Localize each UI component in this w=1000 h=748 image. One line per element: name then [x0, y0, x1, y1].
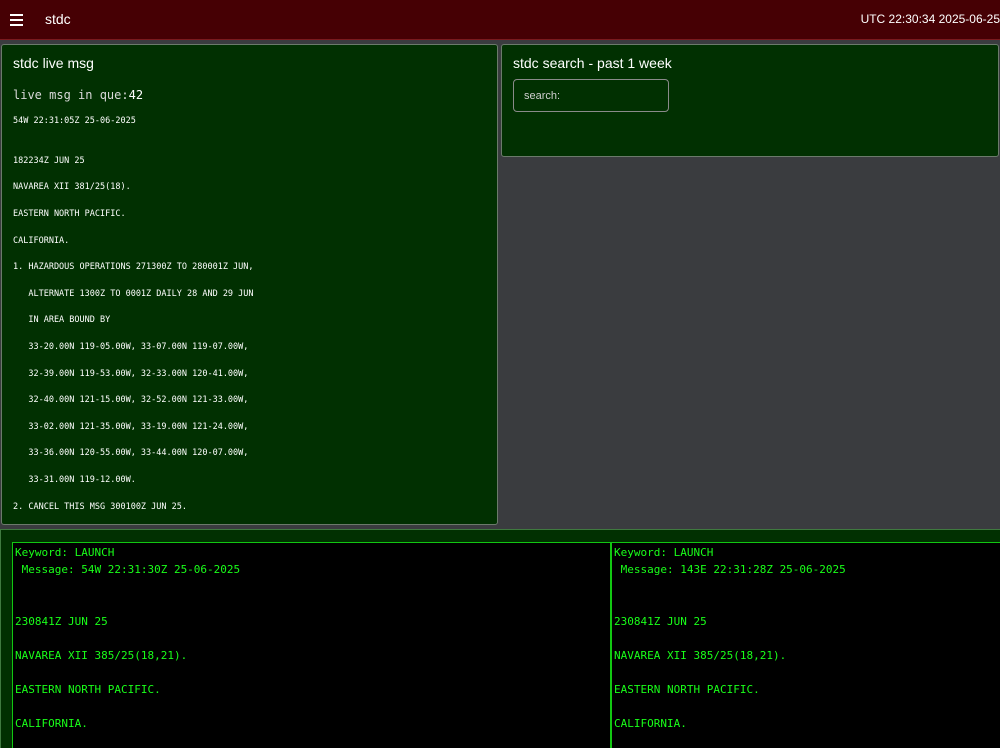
- result-message-header: Message: 54W 22:31:30Z 25-06-2025: [15, 563, 241, 576]
- app-title: stdc: [45, 11, 71, 27]
- result-line: EASTERN NORTH PACIFIC.: [15, 683, 161, 696]
- search-panel: stdc search - past 1 week: [501, 44, 999, 157]
- message-line: EASTERN NORTH PACIFIC.: [13, 209, 126, 220]
- queue-label: live msg in que:: [13, 88, 129, 102]
- utc-clock: UTC 22:30:34 2025-06-25: [860, 12, 1000, 26]
- message-line: 32-39.00N 119-53.00W, 32-33.00N 120-41.0…: [13, 368, 249, 379]
- result-card: Keyword: LAUNCH Message: 54W 22:31:30Z 2…: [12, 542, 611, 748]
- result-line: 230841Z JUN 25: [614, 615, 707, 628]
- message-line: 1. HAZARDOUS OPERATIONS 271300Z TO 28000…: [13, 262, 254, 273]
- message-line: ALTERNATE 1300Z TO 0001Z DAILY 28 AND 29…: [13, 288, 254, 299]
- result-line: NAVAREA XII 385/25(18,21).: [614, 649, 787, 662]
- result-line: NAVAREA XII 385/25(18,21).: [15, 649, 188, 662]
- result-card: Keyword: LAUNCH Message: 143E 22:31:28Z …: [611, 542, 1000, 748]
- message-line: CALIFORNIA.: [13, 235, 70, 246]
- message-line: 2. CANCEL THIS MSG 300100Z JUN 25.: [13, 501, 187, 512]
- live-message-body: 54W 22:31:05Z 25-06-2025 182234Z JUN 25 …: [13, 116, 254, 524]
- keyword-results-area: Keyword: LAUNCH Message: 54W 22:31:30Z 2…: [0, 529, 1000, 748]
- result-line: 230841Z JUN 25: [15, 615, 108, 628]
- queue-status: live msg in que:42: [13, 88, 143, 102]
- message-line: NAVAREA XII 381/25(18).: [13, 182, 131, 193]
- queue-count: 42: [128, 88, 144, 102]
- search-panel-title: stdc search - past 1 week: [513, 55, 672, 71]
- live-message-panel: stdc live msg live msg in que:42 54W 22:…: [1, 44, 498, 525]
- hamburger-menu-icon[interactable]: [10, 14, 23, 26]
- result-line: CALIFORNIA.: [614, 717, 687, 730]
- message-line: 182234Z JUN 25: [13, 155, 85, 166]
- result-line: EASTERN NORTH PACIFIC.: [614, 683, 760, 696]
- result-keyword: Keyword: LAUNCH: [15, 546, 115, 559]
- result-message-header: Message: 143E 22:31:28Z 25-06-2025: [614, 563, 846, 576]
- top-app-bar: stdc UTC 22:30:34 2025-06-25: [0, 0, 1000, 40]
- result-line: CALIFORNIA.: [15, 717, 88, 730]
- message-line: 33-20.00N 119-05.00W, 33-07.00N 119-07.0…: [13, 342, 249, 353]
- message-line: 33-31.00N 119-12.00W.: [13, 475, 136, 486]
- search-input[interactable]: [513, 79, 669, 112]
- result-keyword: Keyword: LAUNCH: [614, 546, 714, 559]
- message-line: IN AREA BOUND BY: [13, 315, 111, 326]
- message-header: 54W 22:31:05Z 25-06-2025: [13, 116, 136, 126]
- message-line: 33-36.00N 120-55.00W, 33-44.00N 120-07.0…: [13, 448, 249, 459]
- message-line: 33-02.00N 121-35.00W, 33-19.00N 121-24.0…: [13, 421, 249, 432]
- live-panel-title: stdc live msg: [13, 55, 94, 71]
- message-line: 32-40.00N 121-15.00W, 32-52.00N 121-33.0…: [13, 395, 249, 406]
